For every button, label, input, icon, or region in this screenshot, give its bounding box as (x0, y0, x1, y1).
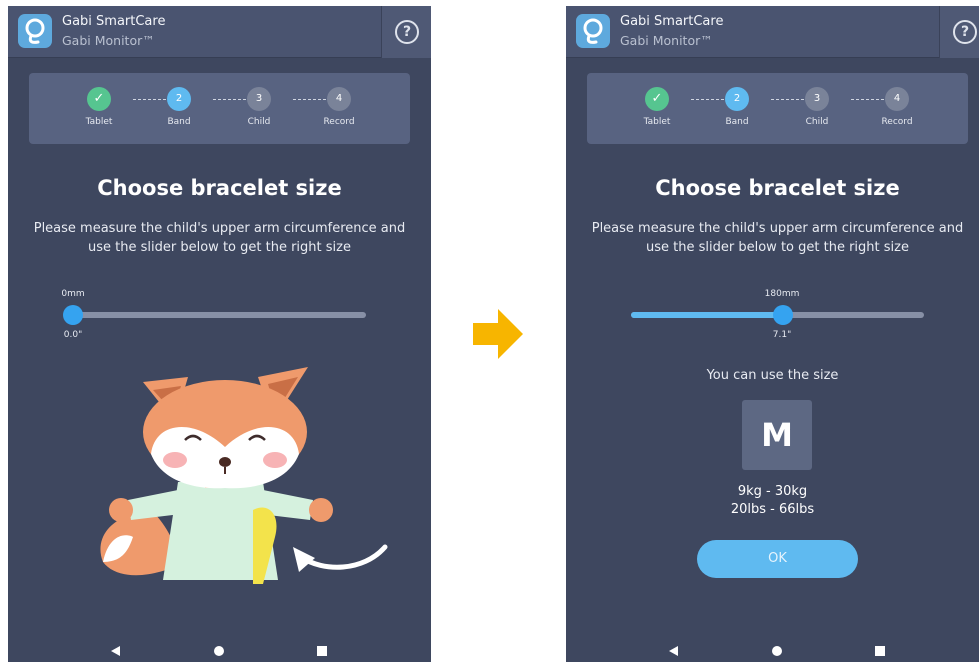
app-title: Gabi SmartCare (62, 14, 166, 29)
fox-measuring-illustration (100, 367, 388, 584)
instruction-line: use the slider below to get the right si… (646, 240, 909, 255)
page-title: Choose bracelet size (97, 176, 342, 200)
step-number: 2 (167, 87, 191, 111)
app-logo-icon (18, 14, 52, 48)
app-bar: Gabi SmartCare Gabi Monitor™ ? (8, 6, 431, 58)
step-record: 4 Record (867, 87, 927, 127)
step-number: 3 (247, 87, 271, 111)
screen-before: Gabi SmartCare Gabi Monitor™ ? ✓ Tablet … (8, 6, 431, 662)
step-label: Band (167, 117, 191, 127)
slider-inch-label: 7.1" (772, 330, 792, 340)
help-button[interactable]: ? (939, 6, 979, 58)
slider-mm-label: 180mm (764, 289, 800, 299)
arm-size-slider[interactable] (63, 305, 366, 325)
step-band: 2 Band (707, 87, 767, 127)
app-logo-icon (576, 14, 610, 48)
question-mark-icon: ? (953, 20, 977, 44)
app-subtitle: Gabi Monitor™ (620, 33, 713, 48)
back-icon[interactable] (111, 646, 120, 656)
step-label: Child (805, 117, 829, 127)
app-title: Gabi SmartCare (620, 14, 724, 29)
app-subtitle: Gabi Monitor™ (62, 33, 155, 48)
progress-stepper: ✓ Tablet 2 Band 3 Child 4 Record (29, 73, 410, 144)
help-button[interactable]: ? (381, 6, 431, 58)
arrow-right-icon (473, 309, 523, 359)
step-label: Record (323, 117, 355, 127)
slider-inch-label: 0.0" (63, 330, 83, 340)
step-label: Record (881, 117, 913, 127)
slider-mm-label: 0mm (61, 289, 85, 299)
home-icon[interactable] (772, 646, 782, 656)
question-mark-icon: ? (395, 20, 419, 44)
step-label: Band (725, 117, 749, 127)
slider-fill (631, 312, 784, 318)
instruction-line: Please measure the child's upper arm cir… (591, 221, 964, 236)
instruction-text: Please measure the child's upper arm cir… (586, 219, 969, 257)
step-number: 4 (885, 87, 909, 111)
slider-thumb[interactable] (773, 305, 794, 325)
weight-range-lbs: 20lbs - 66lbs (730, 502, 815, 517)
check-icon: ✓ (87, 87, 111, 111)
step-band: 2 Band (149, 87, 209, 127)
check-icon: ✓ (645, 87, 669, 111)
recents-icon[interactable] (875, 646, 885, 656)
step-child: 3 Child (229, 87, 289, 127)
system-nav-bar (566, 642, 979, 662)
instruction-line: use the slider below to get the right si… (88, 240, 351, 255)
arm-size-slider[interactable] (631, 305, 924, 325)
step-label: Tablet (85, 117, 113, 127)
step-number: 4 (327, 87, 351, 111)
size-badge: M (742, 400, 812, 470)
step-child: 3 Child (787, 87, 847, 127)
back-icon[interactable] (669, 646, 678, 656)
progress-stepper: ✓ Tablet 2 Band 3 Child 4 Record (587, 73, 968, 144)
home-icon[interactable] (214, 646, 224, 656)
step-tablet: ✓ Tablet (627, 87, 687, 127)
instruction-text: Please measure the child's upper arm cir… (28, 219, 411, 257)
instruction-line: Please measure the child's upper arm cir… (33, 221, 406, 236)
ok-button[interactable]: OK (697, 540, 858, 578)
size-caption: You can use the size (706, 368, 839, 383)
step-record: 4 Record (309, 87, 369, 127)
page-title: Choose bracelet size (655, 176, 900, 200)
step-number: 2 (725, 87, 749, 111)
recents-icon[interactable] (317, 646, 327, 656)
app-bar: Gabi SmartCare Gabi Monitor™ ? (566, 6, 979, 58)
step-label: Child (247, 117, 271, 127)
weight-range-kg: 9kg - 30kg (737, 484, 808, 499)
screen-after: Gabi SmartCare Gabi Monitor™ ? ✓ Tablet … (566, 6, 979, 662)
system-nav-bar (8, 642, 431, 662)
step-label: Tablet (643, 117, 671, 127)
step-number: 3 (805, 87, 829, 111)
slider-thumb[interactable] (63, 305, 83, 325)
step-tablet: ✓ Tablet (69, 87, 129, 127)
